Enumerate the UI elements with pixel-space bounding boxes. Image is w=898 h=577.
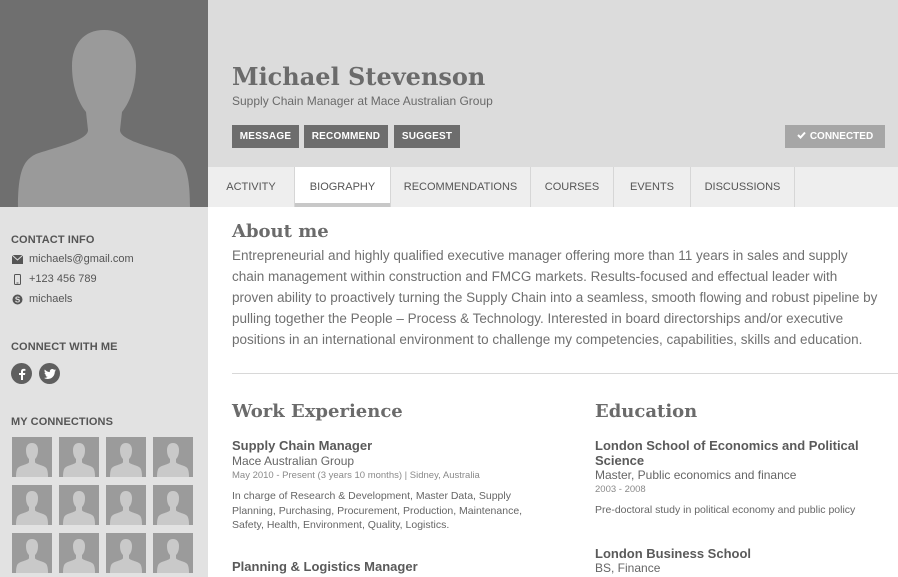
school-name[interactable]: London Business School <box>595 546 751 561</box>
checkmark-icon <box>797 131 806 142</box>
person-silhouette-icon <box>63 491 95 525</box>
profile-headline: Supply Chain Manager at Mace Australian … <box>232 94 493 108</box>
connection-avatar[interactable] <box>153 485 193 525</box>
connection-avatar[interactable] <box>106 533 146 573</box>
connect-with-me-heading: CONNECT WITH ME <box>11 341 118 353</box>
job-meta: May 2010 - Present (3 years 10 months) |… <box>232 470 480 481</box>
job-description: In charge of Research & Development, Mas… <box>232 490 523 531</box>
connection-avatar[interactable] <box>153 437 193 477</box>
email-row[interactable]: michaels@gmail.com <box>11 253 134 265</box>
person-silhouette-icon <box>157 443 189 477</box>
job-company: Mace Australian Group <box>232 454 355 468</box>
sidebar: CONTACT INFO michaels@gmail.com +123 456… <box>0 0 208 577</box>
skype-value: michaels <box>29 293 73 305</box>
contact-info-heading: CONTACT INFO <box>11 234 95 246</box>
tab-events[interactable]: EVENTS <box>614 167 691 207</box>
email-value: michaels@gmail.com <box>29 253 134 265</box>
education-heading: Education <box>595 401 698 422</box>
school-name[interactable]: London School of Economics and Political… <box>595 438 885 468</box>
connected-button[interactable]: CONNECTED <box>785 125 885 148</box>
phone-row[interactable]: +123 456 789 <box>11 273 97 285</box>
person-silhouette-icon <box>110 491 142 525</box>
person-silhouette-icon <box>18 30 190 207</box>
person-silhouette-icon <box>16 491 48 525</box>
twitter-icon[interactable] <box>39 363 60 384</box>
person-silhouette-icon <box>110 443 142 477</box>
person-silhouette-icon <box>16 539 48 573</box>
person-silhouette-icon <box>63 443 95 477</box>
connection-avatar[interactable] <box>59 485 99 525</box>
person-silhouette-icon <box>157 491 189 525</box>
connection-avatar[interactable] <box>59 533 99 573</box>
mobile-phone-icon <box>11 273 23 285</box>
tab-courses[interactable]: COURSES <box>531 167 614 207</box>
connections-grid <box>12 437 193 573</box>
connected-label: CONNECTED <box>809 131 874 142</box>
connection-avatar[interactable] <box>12 437 52 477</box>
person-silhouette-icon <box>16 443 48 477</box>
person-silhouette-icon <box>63 539 95 573</box>
svg-text:S: S <box>14 295 20 304</box>
work-experience-heading: Work Experience <box>232 401 403 422</box>
connection-avatar[interactable] <box>106 437 146 477</box>
tab-discussions[interactable]: DISCUSSIONS <box>691 167 795 207</box>
recommend-button[interactable]: RECOMMEND <box>304 125 388 148</box>
person-silhouette-icon <box>157 539 189 573</box>
connection-avatar[interactable] <box>12 485 52 525</box>
school-years: 2003 - 2008 <box>595 484 646 495</box>
skype-row[interactable]: S michaels <box>11 293 72 305</box>
person-silhouette-icon <box>110 539 142 573</box>
section-divider <box>232 373 898 374</box>
profile-header: Michael Stevenson Supply Chain Manager a… <box>208 0 898 167</box>
job-title[interactable]: Supply Chain Manager <box>232 438 372 453</box>
school-degree: Master, Public economics and finance <box>595 468 797 482</box>
connection-avatar[interactable] <box>106 485 146 525</box>
tab-activity[interactable]: ACTIVITY <box>208 167 295 207</box>
tab-recommendations[interactable]: RECOMMENDATIONS <box>391 167 531 207</box>
message-button[interactable]: MESSAGE <box>232 125 299 148</box>
about-heading: About me <box>232 221 329 242</box>
suggest-button[interactable]: SUGGEST <box>394 125 460 148</box>
envelope-icon <box>11 253 23 265</box>
connection-avatar[interactable] <box>153 533 193 573</box>
profile-name: Michael Stevenson <box>232 62 486 91</box>
facebook-icon[interactable] <box>11 363 32 384</box>
profile-photo[interactable] <box>0 0 208 207</box>
connection-avatar[interactable] <box>12 533 52 573</box>
profile-tabs: ACTIVITY BIOGRAPHY RECOMMENDATIONS COURS… <box>208 167 898 207</box>
job-title[interactable]: Planning & Logistics Manager <box>232 559 418 574</box>
phone-value: +123 456 789 <box>29 273 97 285</box>
my-connections-heading: MY CONNECTIONS <box>11 416 114 428</box>
school-description: Pre-doctoral study in political economy … <box>595 504 856 516</box>
school-degree: BS, Finance <box>595 561 661 575</box>
connection-avatar[interactable] <box>59 437 99 477</box>
skype-icon: S <box>11 293 23 305</box>
tab-biography[interactable]: BIOGRAPHY <box>295 167 391 207</box>
about-text: Entrepreneurial and highly qualified exe… <box>232 248 878 347</box>
